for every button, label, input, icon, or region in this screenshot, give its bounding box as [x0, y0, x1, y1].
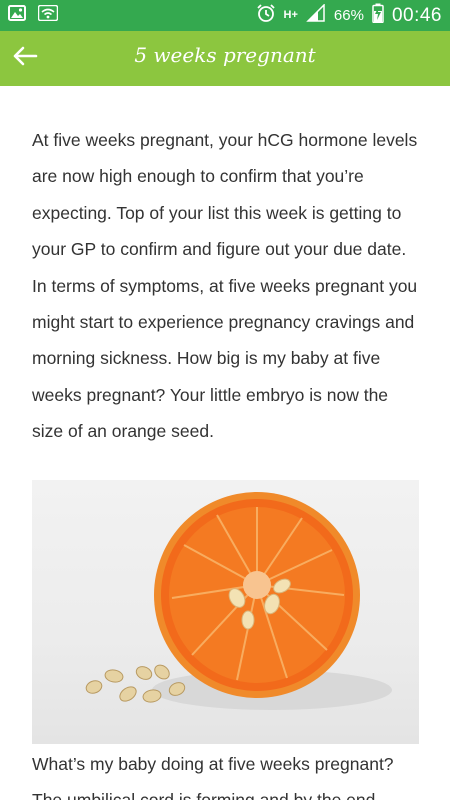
network-type: H+: [283, 9, 298, 21]
clock: 00:46: [391, 4, 442, 26]
page-title: 5 weeks pregnant: [134, 43, 316, 67]
article-paragraph-2: What’s my baby doing at five weeks pregn…: [32, 746, 427, 800]
article-paragraph: At five weeks pregnant, your hCG hormone…: [32, 130, 418, 442]
orange-illustration: [85, 492, 392, 710]
status-left-icons: [8, 4, 59, 26]
status-bar: H+ 66% 00:46: [0, 0, 450, 31]
wifi-icon: [37, 4, 59, 26]
article-answer: The umbilical cord is forming and by the…: [32, 790, 375, 800]
battery-charging-icon: [372, 3, 384, 28]
status-right-icons: H+ 66% 00:46: [256, 3, 442, 28]
alarm-icon: [256, 3, 276, 28]
signal-icon: [306, 3, 326, 27]
article-content[interactable]: At five weeks pregnant, your hCG hormone…: [0, 86, 450, 800]
halved-orange-with-seeds-image: [32, 480, 419, 744]
gallery-icon: [8, 5, 26, 26]
battery-percent: 66%: [333, 7, 364, 24]
article-question: What’s my baby doing at five weeks pregn…: [32, 754, 394, 774]
app-bar: 5 weeks pregnant: [0, 31, 450, 86]
